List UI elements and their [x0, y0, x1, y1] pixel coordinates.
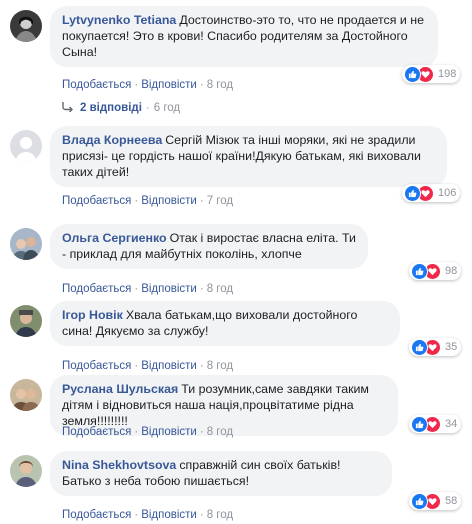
separator: · [134, 195, 139, 207]
comment-bubble: Nina Shekhovtsova справжній син своїх бат… [50, 451, 392, 496]
comment-bubble: Ольга Сергиенко Отак і виростає власна ел… [50, 224, 368, 269]
reaction-summary[interactable]: 58 [409, 492, 462, 510]
like-reaction-icon [404, 65, 421, 83]
comment-bubble: Влада Корнеева Сергій Мізюк та інші моряк… [50, 126, 447, 187]
comment-author[interactable]: Ігор Новік [62, 308, 123, 322]
reply-link[interactable]: Відповісти [141, 426, 197, 438]
comment-actions: Подобається · Відповісти · 8 год [62, 79, 233, 91]
like-link[interactable]: Подобається [62, 79, 131, 91]
reaction-summary[interactable]: 106 [402, 184, 461, 202]
reaction-count: 35 [445, 341, 458, 353]
reply-link[interactable]: Відповісти [141, 509, 197, 521]
reaction-count: 198 [438, 68, 457, 80]
comment-bubble: Ігор Новік Хвала батькам,що виховали дост… [50, 301, 400, 346]
separator: · [134, 509, 139, 521]
comment-actions: Подобається · Відповісти · 8 год [62, 426, 233, 438]
comment-time[interactable]: 8 год [207, 426, 233, 438]
separator: · [199, 360, 204, 372]
like-reaction-icon [411, 338, 428, 356]
avatar[interactable] [10, 130, 42, 162]
like-link[interactable]: Подобається [62, 283, 131, 295]
reply-link[interactable]: Відповісти [141, 283, 197, 295]
avatar[interactable] [10, 455, 42, 487]
separator: · [199, 79, 204, 91]
replies-time: 6 год [153, 102, 181, 114]
like-link[interactable]: Подобається [62, 195, 131, 207]
separator: · [134, 426, 139, 438]
like-link[interactable]: Подобається [62, 426, 131, 438]
separator: · [134, 360, 139, 372]
like-reaction-icon [411, 492, 428, 510]
reaction-summary[interactable]: 34 [409, 415, 462, 433]
reaction-count: 106 [438, 187, 457, 199]
reply-link[interactable]: Відповісти [141, 360, 197, 372]
comment-author[interactable]: Руслана Шульская [62, 382, 178, 396]
avatar[interactable] [10, 228, 42, 260]
comment-time[interactable]: 8 год [207, 79, 233, 91]
reaction-summary[interactable]: 198 [402, 65, 461, 83]
reaction-count: 58 [445, 495, 458, 507]
reaction-summary[interactable]: 35 [409, 338, 462, 356]
separator: · [134, 283, 139, 295]
reaction-summary[interactable]: 98 [409, 262, 462, 280]
like-reaction-icon [411, 262, 428, 280]
avatar[interactable] [10, 305, 42, 337]
comment-time[interactable]: 8 год [207, 360, 233, 372]
comment-actions: Подобається · Відповісти · 7 год [62, 195, 233, 207]
reaction-count: 98 [445, 265, 458, 277]
comment-author[interactable]: Lytvynenko Tetiana [62, 13, 176, 27]
separator: · [199, 283, 204, 295]
comment-actions: Подобається · Відповісти · 8 год [62, 360, 233, 372]
reaction-count: 34 [445, 418, 458, 430]
view-replies-link[interactable]: 2 відповіді · 6 год [62, 102, 180, 114]
reply-link[interactable]: Відповісти [141, 195, 197, 207]
reply-arrow-icon [62, 102, 73, 113]
reply-link[interactable]: Відповісти [141, 79, 197, 91]
comment-time[interactable]: 8 год [207, 509, 233, 521]
comment-author[interactable]: Ольга Сергиенко [62, 231, 167, 245]
separator: · [134, 79, 139, 91]
separator: · [199, 509, 204, 521]
comment-time[interactable]: 8 год [207, 283, 233, 295]
avatar[interactable] [10, 379, 42, 411]
comment-actions: Подобається · Відповісти · 8 год [62, 283, 233, 295]
comment-time[interactable]: 7 год [207, 195, 233, 207]
separator: · [145, 102, 150, 114]
separator: · [199, 195, 204, 207]
separator: · [199, 426, 204, 438]
replies-count-label[interactable]: 2 відповіді [80, 102, 142, 114]
like-reaction-icon [411, 415, 428, 433]
comment-author[interactable]: Nina Shekhovtsova [62, 458, 176, 472]
like-reaction-icon [404, 184, 421, 202]
comment-author[interactable]: Влада Корнеева [62, 133, 162, 147]
like-link[interactable]: Подобається [62, 360, 131, 372]
like-link[interactable]: Подобається [62, 509, 131, 521]
comment-bubble: Lytvynenko Tetiana Достоинство-это то, чт… [50, 6, 438, 67]
comment-actions: Подобається · Відповісти · 8 год [62, 509, 233, 521]
avatar[interactable] [10, 10, 42, 42]
